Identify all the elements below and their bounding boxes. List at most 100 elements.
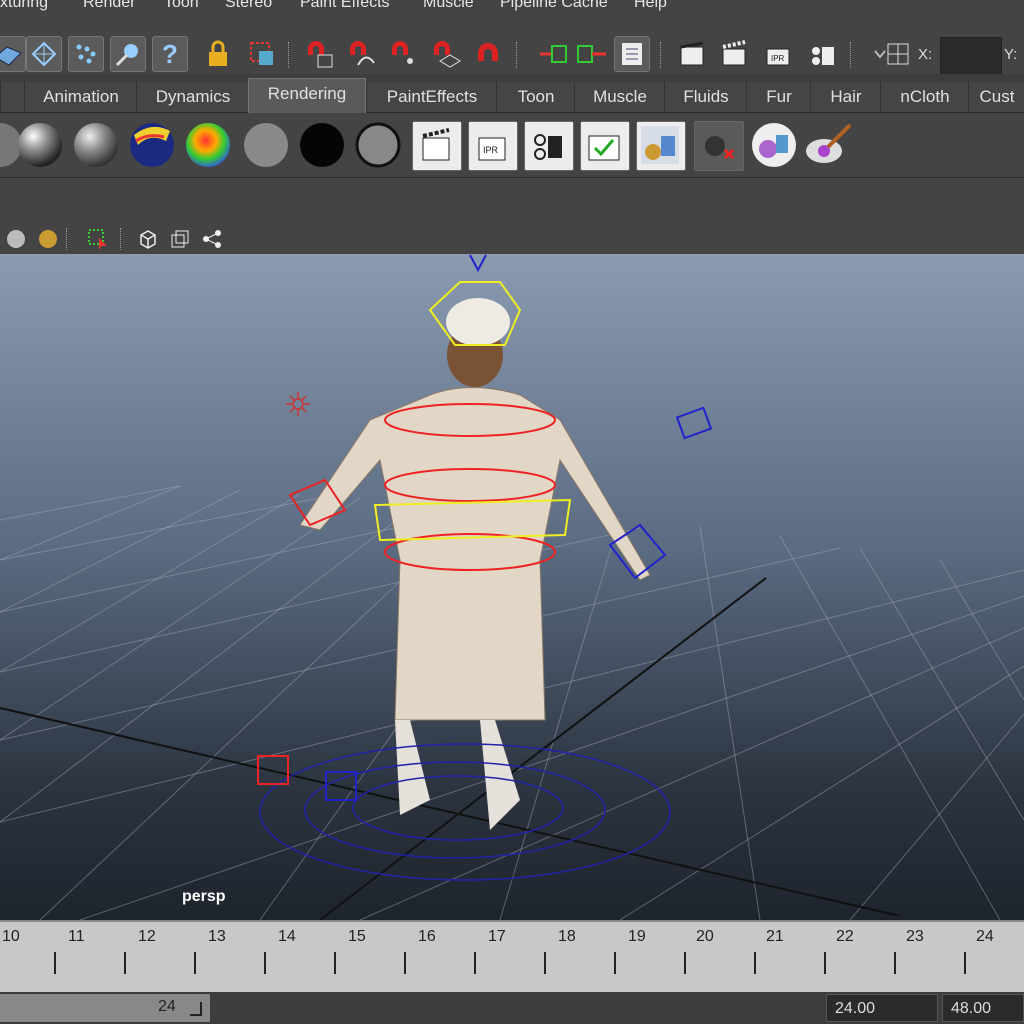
x-field-label: X: bbox=[918, 46, 933, 63]
frame-number: 24 bbox=[976, 928, 994, 945]
frame-tick bbox=[754, 952, 756, 974]
lambert-grey-icon[interactable] bbox=[242, 121, 290, 169]
snap-live-icon[interactable] bbox=[470, 36, 506, 72]
frame-tick bbox=[124, 952, 126, 974]
particle-icon[interactable] bbox=[68, 36, 104, 72]
frame-number: 12 bbox=[138, 928, 156, 945]
select-region-icon[interactable] bbox=[244, 36, 280, 72]
component-icon[interactable] bbox=[200, 227, 224, 251]
range-slider[interactable] bbox=[0, 994, 210, 1022]
character-model[interactable] bbox=[299, 298, 651, 830]
frame-number: 21 bbox=[766, 928, 784, 945]
rainbow-sphere-icon[interactable] bbox=[184, 121, 232, 169]
shaded-sphere-icon[interactable] bbox=[4, 227, 28, 251]
light-linking-icon[interactable] bbox=[694, 121, 744, 171]
time-slider[interactable]: 10 11 12 13 14 15 16 17 18 19 20 21 22 2… bbox=[0, 920, 1024, 994]
perspective-viewport[interactable] bbox=[0, 254, 1024, 920]
snap-point-icon[interactable] bbox=[386, 36, 422, 72]
light-icon[interactable] bbox=[286, 392, 310, 416]
frame-number: 20 bbox=[696, 928, 714, 945]
tab-animation[interactable]: Animation bbox=[24, 82, 137, 112]
tab-dynamics[interactable]: Dynamics bbox=[136, 82, 249, 112]
tab-rendering[interactable]: Rendering bbox=[248, 78, 366, 113]
ramp-sphere-icon[interactable] bbox=[128, 121, 176, 169]
select-tool-icon[interactable] bbox=[86, 227, 110, 251]
svg-text:IPR: IPR bbox=[483, 145, 499, 155]
toolbar-divider bbox=[66, 228, 69, 250]
phong-sphere-icon[interactable] bbox=[16, 121, 64, 169]
render-view-icon[interactable] bbox=[674, 36, 710, 72]
menu-muscle[interactable]: Muscle bbox=[423, 0, 474, 12]
ipr-icon[interactable]: IPR bbox=[468, 121, 518, 171]
toolbar-divider bbox=[850, 42, 853, 68]
range-handle[interactable] bbox=[190, 1002, 202, 1016]
input-ops-icon[interactable] bbox=[536, 36, 572, 72]
tab-fur[interactable]: Fur bbox=[746, 82, 811, 112]
snap-curve-icon[interactable] bbox=[344, 36, 380, 72]
menu-toon[interactable]: Toon bbox=[164, 0, 199, 12]
render-settings-shelf-icon[interactable] bbox=[524, 121, 574, 171]
menu-stereo[interactable]: Stereo bbox=[225, 0, 272, 12]
snap-plane-icon[interactable] bbox=[428, 36, 464, 72]
magnet-tool-icon[interactable] bbox=[110, 36, 146, 72]
textured-sphere-icon[interactable] bbox=[36, 227, 60, 251]
black-surface-icon[interactable] bbox=[298, 121, 346, 169]
tab-muscle[interactable]: Muscle bbox=[574, 82, 665, 112]
frame-tick bbox=[894, 952, 896, 974]
wireframe-cube-icon[interactable] bbox=[136, 227, 160, 251]
attribute-editor-icon[interactable] bbox=[614, 36, 650, 72]
render-icon[interactable] bbox=[412, 121, 462, 171]
grid-x-axis bbox=[0, 707, 901, 917]
ipr-render-icon[interactable]: IPR bbox=[760, 36, 796, 72]
end-time-field[interactable]: 24.00 bbox=[826, 994, 938, 1022]
mesh-select-icon[interactable] bbox=[26, 36, 62, 72]
frame-tick bbox=[474, 952, 476, 974]
frame-tick bbox=[404, 952, 406, 974]
menu-pipeline-cache[interactable]: Pipeline Cache bbox=[500, 0, 608, 12]
frame-number: 10 bbox=[2, 928, 20, 945]
frame-tick bbox=[334, 952, 336, 974]
frame-tick bbox=[54, 952, 56, 974]
tab-toon[interactable]: Toon bbox=[496, 82, 575, 112]
vertex-mode-icon[interactable] bbox=[0, 36, 26, 72]
output-ops-icon[interactable] bbox=[574, 36, 610, 72]
shader-ball-icon[interactable] bbox=[750, 121, 798, 169]
frame-tick bbox=[544, 952, 546, 974]
tab-partial[interactable] bbox=[0, 82, 25, 112]
tab-painteffects[interactable]: PaintEffects bbox=[366, 82, 497, 112]
frame-number: 15 bbox=[348, 928, 366, 945]
status-line: ? IPR X: Y: bbox=[0, 12, 1024, 75]
tab-custom[interactable]: Cust bbox=[968, 82, 1024, 112]
frame-tick bbox=[614, 952, 616, 974]
batch-render-icon[interactable] bbox=[580, 121, 630, 171]
tab-hair[interactable]: Hair bbox=[810, 82, 881, 112]
frame-tick bbox=[684, 952, 686, 974]
frame-number: 18 bbox=[558, 928, 576, 945]
hypershade-icon[interactable] bbox=[636, 121, 686, 171]
frame-number: 11 bbox=[68, 928, 85, 945]
x-coordinate-field[interactable] bbox=[940, 37, 1002, 75]
tab-fluids[interactable]: Fluids bbox=[664, 82, 747, 112]
shelf-tabs: Animation Dynamics Rendering PaintEffect… bbox=[0, 74, 1024, 113]
tab-ncloth[interactable]: nCloth bbox=[880, 82, 969, 112]
render-current-icon[interactable] bbox=[716, 36, 752, 72]
isolate-icon[interactable] bbox=[168, 227, 192, 251]
lock-icon[interactable] bbox=[200, 36, 236, 72]
menu-render[interactable]: Render bbox=[83, 0, 135, 12]
menu-paint-effects[interactable]: Paint Effects bbox=[300, 0, 390, 12]
grey-surface-icon[interactable] bbox=[354, 121, 402, 169]
help-icon[interactable]: ? bbox=[152, 36, 188, 72]
toolbar-divider bbox=[516, 42, 519, 68]
playback-end-field[interactable]: 48.00 bbox=[942, 994, 1024, 1022]
frame-number: 22 bbox=[836, 928, 854, 945]
frame-tick bbox=[194, 952, 196, 974]
menu-help[interactable]: Help bbox=[634, 0, 667, 12]
render-settings-icon[interactable] bbox=[804, 36, 840, 72]
blinn-sphere-icon[interactable] bbox=[72, 121, 120, 169]
paint-brush-icon[interactable] bbox=[802, 121, 852, 169]
coordinate-icon[interactable] bbox=[880, 36, 916, 72]
snap-grid-icon[interactable] bbox=[302, 36, 338, 72]
panel-divider bbox=[0, 177, 1024, 225]
menu-rendering-texturing[interactable]: xturing bbox=[0, 0, 48, 12]
frame-number: 13 bbox=[208, 928, 226, 945]
